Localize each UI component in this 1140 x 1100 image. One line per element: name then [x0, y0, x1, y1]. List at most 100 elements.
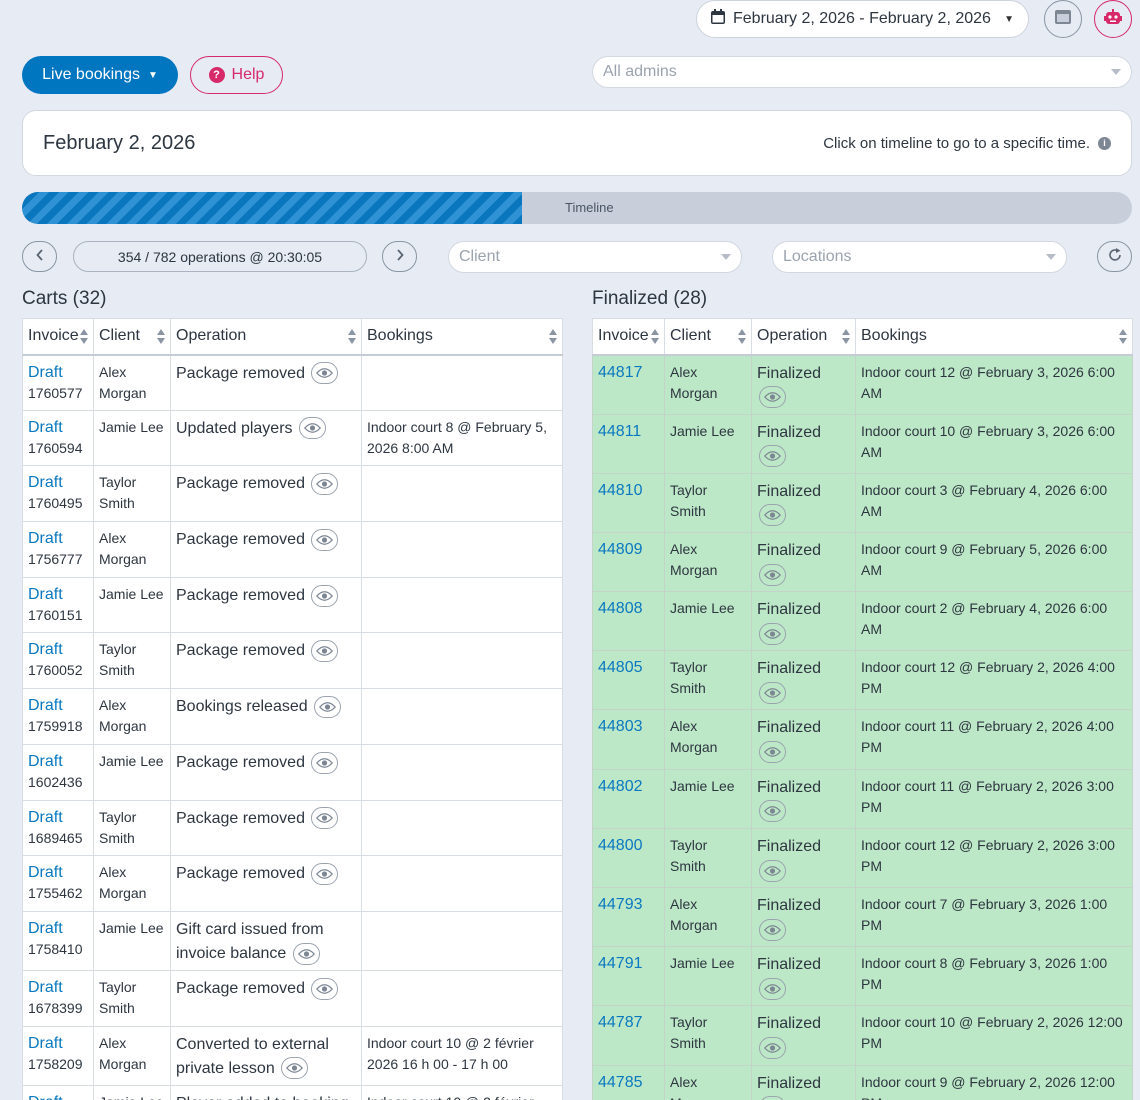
invoice-link[interactable]: Draft — [28, 584, 88, 605]
table-row: 44785Alex Morgan Finalized Indoor court 9 … — [592, 1064, 1133, 1100]
timeline-bar[interactable]: Timeline — [22, 192, 1132, 224]
view-details-button[interactable] — [759, 977, 786, 1000]
invoice-link[interactable]: 44809 — [598, 539, 659, 560]
operation-text: Package removed — [176, 865, 305, 883]
invoice-cell: Draft 1689465 — [22, 799, 94, 857]
client-select[interactable]: Client — [448, 241, 742, 273]
view-details-button[interactable] — [311, 807, 339, 830]
view-details-button[interactable] — [759, 1037, 786, 1060]
invoice-link[interactable]: Draft — [28, 977, 88, 998]
refresh-button[interactable] — [1097, 241, 1132, 272]
finalized-title: Finalized (28) — [592, 288, 708, 309]
invoice-link[interactable]: Draft — [28, 639, 88, 660]
invoice-link[interactable]: 44787 — [598, 1012, 659, 1033]
column-label: Bookings — [367, 327, 433, 345]
invoice-link[interactable]: Draft — [28, 862, 88, 883]
invoice-link[interactable]: 44802 — [598, 776, 659, 797]
previous-operation-button[interactable] — [22, 241, 57, 272]
invoice-link[interactable]: Draft — [28, 1092, 88, 1100]
view-details-button[interactable] — [759, 859, 786, 882]
bookings-cell: Indoor court 11 @ February 2, 2026 3:00 … — [855, 768, 1133, 829]
operation-cell: Package removed — [170, 632, 362, 690]
invoice-link[interactable]: Draft — [28, 918, 88, 939]
invoice-cell: Draft 1760151 — [22, 576, 94, 634]
invoice-link[interactable]: 44803 — [598, 716, 659, 737]
date-range-picker[interactable]: February 2, 2026 - February 2, 2026 ▼ — [696, 0, 1029, 38]
bookings-cell: Indoor court 11 @ February 2, 2026 4:00 … — [855, 709, 1133, 770]
view-details-button[interactable] — [311, 751, 339, 774]
invoice-link[interactable]: Draft — [28, 807, 88, 828]
help-button[interactable]: ? Help — [190, 56, 283, 94]
operation-text: Finalized — [757, 482, 822, 500]
invoice-link[interactable]: 44800 — [598, 835, 659, 856]
view-details-button[interactable] — [759, 1096, 786, 1100]
view-details-button[interactable] — [311, 473, 339, 496]
view-details-button[interactable] — [311, 362, 339, 385]
invoice-link[interactable]: 44793 — [598, 894, 659, 915]
invoice-cell: 44811 — [592, 413, 665, 474]
column-header-client[interactable]: Client — [664, 318, 752, 356]
locations-placeholder: Locations — [783, 248, 852, 265]
view-details-button[interactable] — [759, 800, 786, 823]
invoice-link[interactable]: Draft — [28, 751, 88, 772]
bookings-cell: Indoor court 8 @ February 5, 2026 8:00 A… — [361, 409, 563, 467]
invoice-link[interactable]: Draft — [28, 417, 88, 438]
view-details-button[interactable] — [759, 563, 786, 586]
view-details-button[interactable] — [759, 741, 786, 764]
column-header-invoice[interactable]: Invoice — [592, 318, 665, 356]
live-bookings-button[interactable]: Live bookings ▼ — [22, 56, 178, 94]
column-header-invoice[interactable]: Invoice — [22, 318, 94, 356]
column-header-client[interactable]: Client — [93, 318, 171, 356]
view-details-button[interactable] — [314, 695, 342, 718]
invoice-link[interactable]: Draft — [28, 528, 88, 549]
invoice-link[interactable]: Draft — [28, 472, 88, 493]
invoice-link[interactable]: 44791 — [598, 953, 659, 974]
view-details-button[interactable] — [311, 640, 339, 663]
view-details-button[interactable] — [759, 918, 786, 941]
invoice-link[interactable]: Draft — [28, 362, 88, 383]
admins-select[interactable]: All admins — [592, 56, 1132, 88]
invoice-link[interactable]: 44785 — [598, 1072, 659, 1093]
invoice-cell: Draft — [22, 1084, 94, 1100]
view-details-button[interactable] — [311, 862, 339, 885]
locations-select[interactable]: Locations — [772, 241, 1067, 273]
view-details-button[interactable] — [759, 445, 786, 468]
view-details-button[interactable] — [759, 504, 786, 527]
operation-cell: Bookings released — [170, 688, 362, 745]
view-details-button[interactable] — [759, 682, 786, 705]
operation-text: Finalized — [757, 660, 822, 678]
table-row: Draft Jamie Lee Player added to booking In… — [22, 1084, 563, 1100]
column-header-bookings[interactable]: Bookings — [361, 318, 563, 356]
invoice-link[interactable]: Draft — [28, 695, 88, 716]
info-icon[interactable]: i — [1098, 136, 1111, 150]
calendar-icon — [711, 9, 725, 29]
client-cell: Jamie Lee — [93, 576, 171, 634]
card-view-button[interactable] — [1044, 0, 1082, 38]
operation-text: Finalized — [757, 956, 822, 974]
invoice-link[interactable]: 44810 — [598, 480, 659, 501]
invoice-link[interactable]: 44817 — [598, 362, 659, 383]
view-details-button[interactable] — [759, 386, 786, 409]
view-details-button[interactable] — [759, 622, 786, 645]
view-details-button[interactable] — [298, 417, 326, 440]
view-details-button[interactable] — [311, 528, 339, 551]
operation-text: Finalized — [757, 541, 822, 559]
invoice-cell: 44805 — [592, 650, 665, 711]
invoice-link[interactable]: 44805 — [598, 657, 659, 678]
invoice-cell: Draft 1758209 — [22, 1025, 94, 1086]
column-header-operation[interactable]: Operation — [751, 318, 856, 356]
view-details-button[interactable] — [292, 942, 320, 965]
invoice-cell: Draft 1755462 — [22, 855, 94, 912]
invoice-link[interactable]: 44811 — [598, 421, 659, 442]
invoice-link[interactable]: Draft — [28, 1033, 88, 1054]
operation-text: Bookings released — [176, 698, 308, 716]
next-operation-button[interactable] — [382, 241, 417, 272]
invoice-cell: Draft 1678399 — [22, 969, 94, 1027]
view-details-button[interactable] — [281, 1057, 309, 1080]
invoice-link[interactable]: 44808 — [598, 598, 659, 619]
assistant-button[interactable] — [1094, 0, 1132, 38]
view-details-button[interactable] — [311, 977, 339, 1000]
view-details-button[interactable] — [311, 584, 339, 607]
column-header-bookings[interactable]: Bookings — [855, 318, 1133, 356]
column-header-operation[interactable]: Operation — [170, 318, 362, 356]
